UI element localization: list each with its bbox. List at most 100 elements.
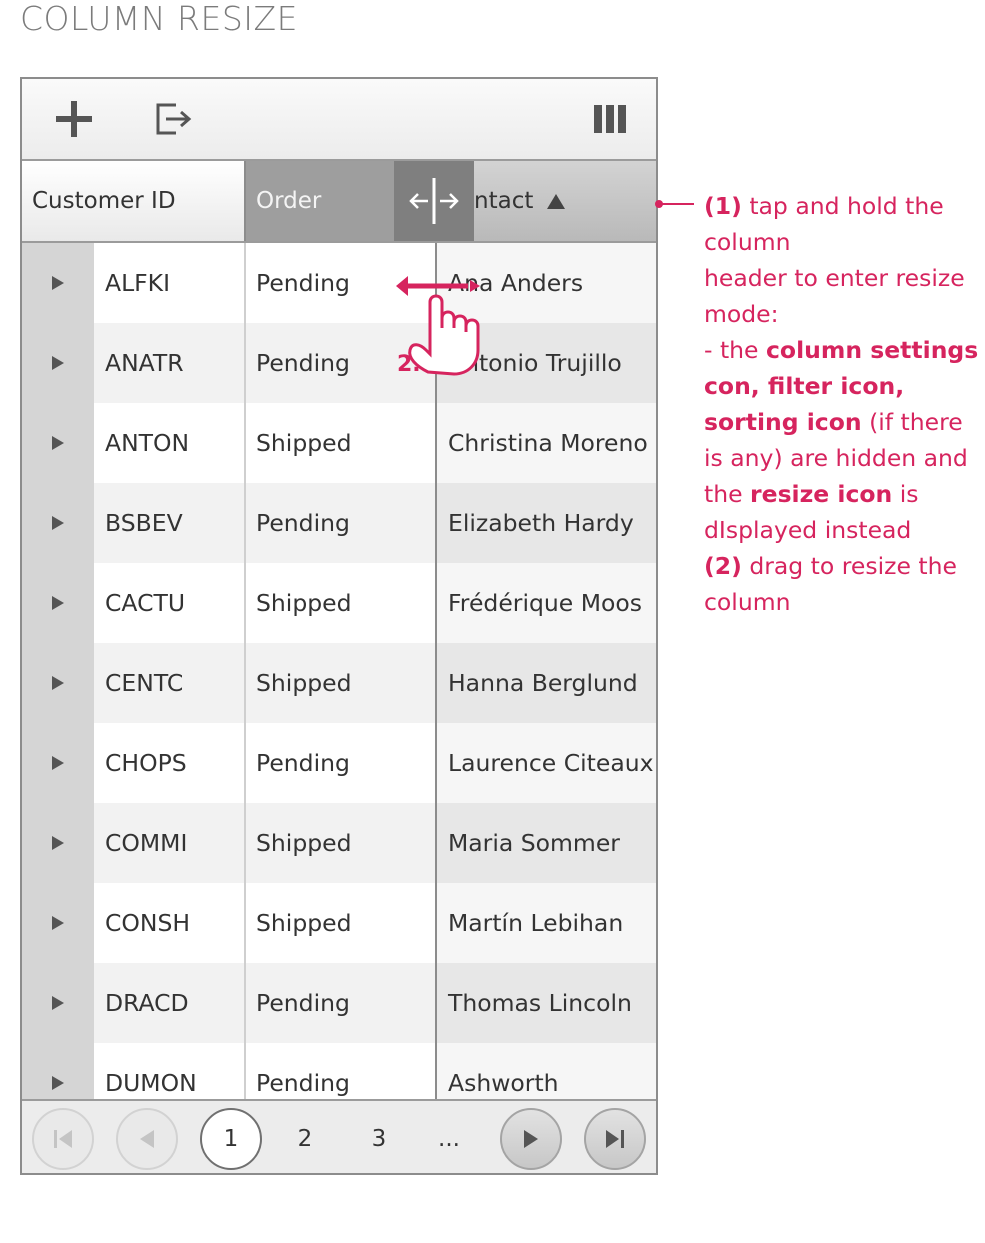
- cell-customer-id: DRACD: [94, 963, 246, 1043]
- table-row[interactable]: ANTON Shipped Christina Moreno: [22, 403, 656, 483]
- annotation-pointer: [655, 200, 694, 208]
- first-page-button[interactable]: [32, 1108, 94, 1170]
- header-order[interactable]: Order: [246, 161, 394, 241]
- cell-customer-id: COMMI: [94, 803, 246, 883]
- cell-customer-id: CONSH: [94, 883, 246, 963]
- cell-customer-id: ANTON: [94, 403, 246, 483]
- expand-button[interactable]: [22, 1043, 94, 1099]
- table-row[interactable]: ALFKI Pending Ana Anders: [22, 243, 656, 323]
- expand-button[interactable]: [22, 403, 94, 483]
- table-row[interactable]: CHOPS Pending Laurence Citeaux: [22, 723, 656, 803]
- ellipsis-button[interactable]: ...: [418, 1108, 480, 1170]
- table-row[interactable]: ANATR Pending Antonio Trujillo: [22, 323, 656, 403]
- cell-order-status: Shipped: [246, 883, 437, 963]
- step-2-number: (2): [704, 552, 742, 580]
- expand-button[interactable]: [22, 563, 94, 643]
- resize-icon: [409, 178, 459, 224]
- cell-order-status: Shipped: [246, 643, 437, 723]
- add-button[interactable]: [52, 97, 96, 141]
- cell-order-status: Pending: [246, 963, 437, 1043]
- cell-customer-id: CENTC: [94, 643, 246, 723]
- cell-contact: Ashworth: [437, 1043, 656, 1099]
- expand-button[interactable]: [22, 643, 94, 723]
- cell-customer-id: ALFKI: [94, 243, 246, 323]
- table-row[interactable]: DUMON Pending Ashworth: [22, 1043, 656, 1099]
- grid-body: ALFKI Pending Ana Anders ANATR Pending Antoni…: [22, 243, 656, 1099]
- columns-icon: [594, 105, 626, 133]
- header-customer-id[interactable]: Customer ID: [22, 161, 246, 241]
- columns-button[interactable]: [588, 97, 632, 141]
- annotation-text: (1) tap and hold the column header to en…: [704, 188, 984, 620]
- detail-dash: - the: [704, 336, 766, 364]
- cell-customer-id: BSBEV: [94, 483, 246, 563]
- cell-contact: Frédérique Moos: [437, 563, 656, 643]
- export-button[interactable]: [152, 97, 196, 141]
- previous-page-button[interactable]: [116, 1108, 178, 1170]
- expand-arrow-icon: [52, 436, 64, 450]
- cell-order-status: Shipped: [246, 403, 437, 483]
- pager: 1 2 3 ...: [22, 1099, 656, 1173]
- cell-contact: Maria Sommer: [437, 803, 656, 883]
- cell-contact: Thomas Lincoln: [437, 963, 656, 1043]
- step-2-text: drag to resize the column: [704, 552, 957, 616]
- cell-contact: Elizabeth Hardy: [437, 483, 656, 563]
- cell-customer-id: CACTU: [94, 563, 246, 643]
- data-grid: Customer ID Order ntact ALFKI Pending Ana …: [20, 77, 658, 1175]
- cell-order-status: Shipped: [246, 803, 437, 883]
- page-3-button[interactable]: 3: [348, 1108, 410, 1170]
- expand-arrow-icon: [52, 996, 64, 1010]
- last-page-icon: [606, 1130, 624, 1148]
- expand-button[interactable]: [22, 963, 94, 1043]
- table-row[interactable]: DRACD Pending Thomas Lincoln: [22, 963, 656, 1043]
- table-row[interactable]: COMMI Shipped Maria Sommer: [22, 803, 656, 883]
- next-page-button[interactable]: [500, 1108, 562, 1170]
- cell-contact: Laurence Citeaux: [437, 723, 656, 803]
- export-icon: [156, 103, 192, 135]
- table-row[interactable]: BSBEV Pending Elizabeth Hardy: [22, 483, 656, 563]
- expand-button[interactable]: [22, 723, 94, 803]
- cell-customer-id: ANATR: [94, 323, 246, 403]
- detail-bold-2: resize icon: [750, 480, 893, 508]
- grid-toolbar: [22, 79, 656, 161]
- cell-customer-id: DUMON: [94, 1043, 246, 1099]
- cell-order-status: Pending: [246, 723, 437, 803]
- page-1-button[interactable]: 1: [200, 1108, 262, 1170]
- expand-arrow-icon: [52, 836, 64, 850]
- expand-button[interactable]: [22, 323, 94, 403]
- page-title: COLUMN RESIZE: [20, 0, 298, 38]
- cell-order-status: Pending: [246, 1043, 437, 1099]
- table-row[interactable]: CACTU Shipped Frédérique Moos: [22, 563, 656, 643]
- header-contact[interactable]: ntact: [474, 161, 656, 241]
- expand-button[interactable]: [22, 243, 94, 323]
- step-1-text-b: header to enter resize mode:: [704, 264, 965, 328]
- last-page-button[interactable]: [584, 1108, 646, 1170]
- table-row[interactable]: CENTC Shipped Hanna Berglund: [22, 643, 656, 723]
- header-customer-id-label: Customer ID: [32, 188, 176, 214]
- expand-arrow-icon: [52, 516, 64, 530]
- header-order-label: Order: [256, 188, 322, 214]
- expand-button[interactable]: [22, 803, 94, 883]
- plus-icon: [56, 101, 92, 137]
- resize-handle[interactable]: [394, 161, 474, 241]
- step-1-number: (1): [704, 192, 742, 220]
- header-row: Customer ID Order ntact: [22, 161, 656, 243]
- table-row[interactable]: CONSH Shipped Martín Lebihan: [22, 883, 656, 963]
- cell-order-status: Shipped: [246, 563, 437, 643]
- cell-contact: Hanna Berglund: [437, 643, 656, 723]
- cell-customer-id: CHOPS: [94, 723, 246, 803]
- expand-button[interactable]: [22, 483, 94, 563]
- next-icon: [524, 1130, 538, 1148]
- previous-icon: [140, 1130, 154, 1148]
- expand-arrow-icon: [52, 356, 64, 370]
- cell-order-status: Pending: [246, 483, 437, 563]
- cell-contact: Martín Lebihan: [437, 883, 656, 963]
- expand-arrow-icon: [52, 756, 64, 770]
- cell-contact: Christina Moreno: [437, 403, 656, 483]
- first-page-icon: [54, 1130, 72, 1148]
- expand-arrow-icon: [52, 276, 64, 290]
- page-2-button[interactable]: 2: [274, 1108, 336, 1170]
- step-2-marker: 2.: [397, 352, 421, 377]
- expand-button[interactable]: [22, 883, 94, 963]
- expand-arrow-icon: [52, 1076, 64, 1090]
- expand-arrow-icon: [52, 916, 64, 930]
